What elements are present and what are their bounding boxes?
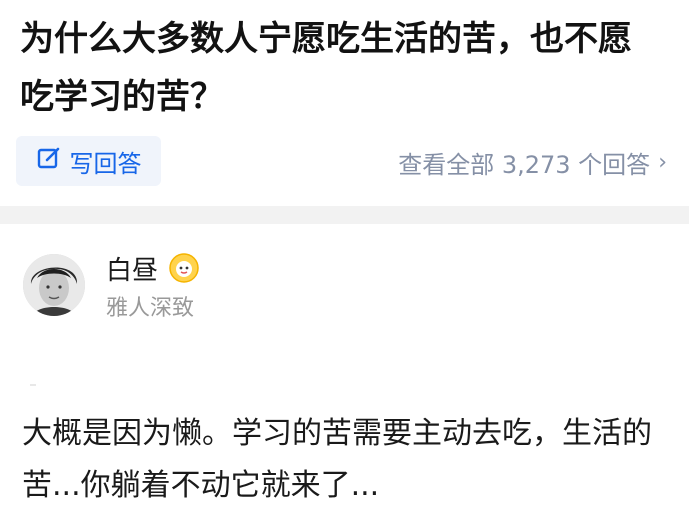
divider: [30, 384, 230, 386]
edit-icon: [36, 145, 62, 177]
answer-content[interactable]: 大概是因为懒。学习的苦需要主动去吃，生活的苦...你躺着不动它就来了...: [22, 408, 672, 512]
chevron-right-icon: ›: [658, 149, 667, 175]
section-divider: [0, 206, 689, 224]
badge-icon: [168, 252, 200, 284]
question-title[interactable]: 为什么大多数人宁愿吃生活的苦，也不愿吃学习的苦？: [20, 10, 660, 126]
write-answer-label: 写回答: [69, 149, 142, 178]
view-all-label: 查看全部 3,273 个回答: [398, 150, 651, 179]
write-answer-button[interactable]: 写回答: [16, 136, 161, 186]
answer-card[interactable]: 白昼 雅人深致 大概是因为懒。学习的苦需要主动去吃，生活的苦...你躺着不动它就…: [0, 224, 689, 519]
view-all-answers-link[interactable]: 查看全部 3,273 个回答 ›: [398, 144, 667, 180]
author-name[interactable]: 白昼: [106, 250, 158, 287]
question-card: 为什么大多数人宁愿吃生活的苦，也不愿吃学习的苦？ 写回答 查看全部 3,273 …: [0, 0, 689, 206]
author-bio: 雅人深致: [106, 296, 195, 321]
avatar[interactable]: [23, 254, 85, 316]
